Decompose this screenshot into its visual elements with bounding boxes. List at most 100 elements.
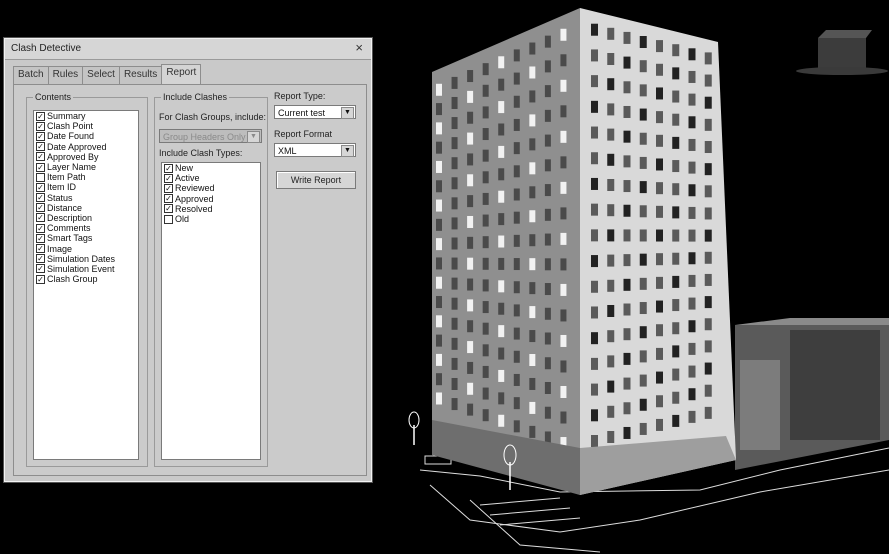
contents-checklist[interactable]: ✓ Summary ✓ Clash Point ✓ Date Found ✓ Date App… (33, 110, 139, 460)
checkbox-checked-icon[interactable]: ✓ (164, 183, 173, 193)
tab-select[interactable]: Select (82, 66, 120, 84)
write-report-button[interactable]: Write Report (276, 171, 356, 189)
tab-strip: Batch Rules Select Results Report (13, 64, 202, 84)
checklist-item-label: Approved By (47, 151, 99, 162)
checklist-item[interactable]: ✓ Date Approved (34, 142, 138, 152)
checklist-item[interactable]: ✓ Description (34, 213, 138, 223)
checklist-item[interactable]: ✓ Distance (34, 203, 138, 213)
checklist-item[interactable]: ✓ Image (34, 243, 138, 254)
checklist-item-label: Approved (175, 193, 214, 204)
checklist-item-label: Comments (47, 223, 91, 234)
chevron-down-icon: ▼ (247, 131, 260, 143)
checklist-item-label: Summary (47, 111, 86, 122)
checklist-item[interactable]: ✓ Reviewed (162, 183, 260, 193)
report-format-value: XML (278, 146, 297, 156)
close-icon[interactable]: × (355, 40, 363, 55)
include-clashes-legend: Include Clashes (161, 92, 230, 102)
checkbox-checked-icon[interactable]: ✓ (36, 254, 45, 264)
report-format-label: Report Format (274, 129, 333, 139)
dialog-title: Clash Detective (11, 43, 82, 54)
checkbox-unchecked-icon[interactable] (164, 214, 173, 224)
clash-groups-select[interactable]: Group Headers Only ▼ (159, 129, 262, 143)
checkbox-checked-icon[interactable]: ✓ (164, 163, 173, 173)
checklist-item[interactable]: ✓ Clash Group (34, 274, 138, 284)
report-tab-panel: Contents ✓ Summary ✓ Clash Point ✓ Date Found… (13, 84, 367, 476)
checklist-item[interactable]: ✓ Clash Point (34, 121, 138, 131)
clash-groups-label: For Clash Groups, include: (159, 112, 267, 122)
checklist-item[interactable]: ✓ Layer Name (34, 162, 138, 172)
checkbox-checked-icon[interactable]: ✓ (36, 274, 45, 284)
checklist-item[interactable]: ✓ Active (162, 173, 260, 183)
checklist-item[interactable]: Old (162, 214, 260, 224)
checkbox-checked-icon[interactable]: ✓ (164, 173, 173, 183)
checklist-item-label: Distance (47, 202, 83, 213)
checkbox-unchecked-icon[interactable] (36, 172, 45, 182)
checklist-item-label: Layer Name (47, 162, 97, 173)
checklist-item[interactable]: ✓ Resolved (162, 204, 260, 214)
checklist-item-label: Simulation Dates (47, 253, 116, 264)
tab-results[interactable]: Results (118, 66, 163, 84)
checklist-item[interactable]: ✓ Simulation Dates (34, 254, 138, 264)
checkbox-checked-icon[interactable]: ✓ (36, 213, 45, 223)
clash-types-checklist[interactable]: ✓ New ✓ Active ✓ Reviewed ✓ Approved ✓ Resolved Ol… (161, 162, 261, 460)
checklist-item-label: Image (47, 243, 73, 254)
checklist-item-label: Date Approved (47, 141, 107, 152)
clash-types-label: Include Clash Types: (159, 148, 243, 158)
checklist-item[interactable]: ✓ New (162, 163, 260, 173)
chevron-down-icon: ▼ (341, 145, 354, 157)
checkbox-checked-icon[interactable]: ✓ (36, 264, 45, 274)
tab-batch[interactable]: Batch (13, 66, 49, 84)
checkbox-checked-icon[interactable]: ✓ (36, 203, 45, 213)
checkbox-checked-icon[interactable]: ✓ (36, 244, 45, 254)
checklist-item[interactable]: ✓ Comments (34, 223, 138, 233)
clash-detective-dialog: Clash Detective × Batch Rules Select Res… (4, 38, 372, 482)
checklist-item-label: Smart Tags (47, 233, 93, 244)
dialog-titlebar[interactable]: Clash Detective × (5, 39, 371, 60)
checklist-item-label: New (175, 163, 194, 174)
checklist-item[interactable]: ✓ Approved By (34, 152, 138, 162)
checklist-item-label: Description (47, 212, 93, 223)
checklist-item-label: Clash Group (47, 274, 98, 285)
checkbox-checked-icon[interactable]: ✓ (36, 233, 45, 243)
contents-legend: Contents (33, 92, 74, 102)
contents-group: Contents ✓ Summary ✓ Clash Point ✓ Date Found… (26, 92, 148, 467)
checklist-item[interactable]: ✓ Summary (34, 111, 138, 121)
checklist-item-label: Item ID (47, 182, 77, 193)
checklist-item[interactable]: ✓ Simulation Event (34, 264, 138, 274)
checklist-item[interactable]: ✓ Approved (162, 194, 260, 204)
chevron-down-icon: ▼ (341, 107, 354, 119)
checklist-item-label: Old (175, 214, 190, 225)
tab-rules[interactable]: Rules (47, 66, 84, 84)
checklist-item-label: Status (47, 192, 73, 203)
checklist-item[interactable]: ✓ Date Found (34, 131, 138, 141)
checklist-item-label: Resolved (175, 203, 213, 214)
checklist-item[interactable]: ✓ Status (34, 193, 138, 203)
checkbox-checked-icon[interactable]: ✓ (36, 193, 45, 203)
checkbox-checked-icon[interactable]: ✓ (36, 111, 45, 121)
checklist-item[interactable]: Item Path (34, 172, 138, 182)
checkbox-checked-icon[interactable]: ✓ (36, 162, 45, 172)
checklist-item-label: Active (175, 173, 200, 184)
checkbox-checked-icon[interactable]: ✓ (36, 223, 45, 233)
report-format-select[interactable]: XML ▼ (274, 143, 356, 157)
checklist-item-label: Reviewed (175, 183, 215, 194)
checklist-item-label: Simulation Event (47, 263, 115, 274)
report-type-label: Report Type: (274, 91, 326, 101)
checkbox-checked-icon[interactable]: ✓ (36, 131, 45, 141)
checkbox-checked-icon[interactable]: ✓ (36, 121, 45, 131)
clash-groups-value: Group Headers Only (163, 132, 246, 142)
checkbox-checked-icon[interactable]: ✓ (164, 204, 173, 214)
checklist-item-label: Item Path (47, 172, 86, 183)
checklist-item-label: Clash Point (47, 121, 94, 132)
checkbox-checked-icon[interactable]: ✓ (164, 194, 173, 204)
checklist-item[interactable]: ✓ Item ID (34, 182, 138, 192)
tab-report[interactable]: Report (161, 64, 202, 84)
report-type-select[interactable]: Current test ▼ (274, 105, 356, 119)
checkbox-checked-icon[interactable]: ✓ (36, 142, 45, 152)
report-type-value: Current test (278, 108, 326, 118)
checklist-item-label: Date Found (47, 131, 95, 142)
checkbox-checked-icon[interactable]: ✓ (36, 152, 45, 162)
checklist-item[interactable]: ✓ Smart Tags (34, 233, 138, 243)
include-clashes-group: Include Clashes For Clash Groups, includ… (154, 92, 268, 467)
checkbox-checked-icon[interactable]: ✓ (36, 182, 45, 192)
